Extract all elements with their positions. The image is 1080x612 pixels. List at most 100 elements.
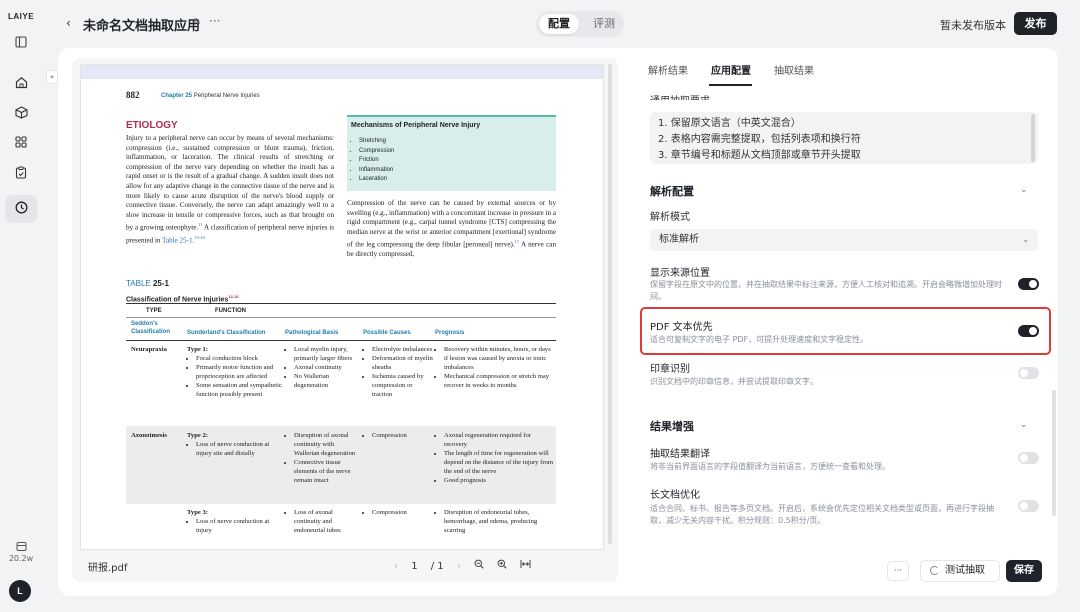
clipboard-icon[interactable] bbox=[13, 166, 29, 182]
pdf-viewer: 882 Chapter 25 Peripheral Nerve Injuries… bbox=[72, 58, 618, 582]
col-function: FUNCTION bbox=[215, 308, 246, 314]
save-button[interactable]: 保存 bbox=[1006, 560, 1042, 582]
parse-mode-label: 解析模式 bbox=[650, 212, 690, 223]
toggle-translate[interactable] bbox=[1018, 452, 1039, 464]
enhance-section-title: 结果增强 bbox=[650, 420, 694, 433]
pdf-toolbar: 研报.pdf ‹ 1 / 1 › bbox=[72, 550, 618, 582]
sub-seddon: Seddon's Classification bbox=[131, 321, 171, 335]
test-extract-button[interactable]: 测试抽取 bbox=[920, 560, 1000, 582]
prev-page-icon[interactable]: ‹ bbox=[394, 561, 398, 572]
table-cell-causes: Compression bbox=[363, 509, 433, 518]
rules-scrollbar[interactable] bbox=[1031, 114, 1035, 162]
more-options-icon[interactable]: ··· bbox=[209, 14, 220, 28]
table-cell-patho: Disruption of axonal continuity with Wal… bbox=[285, 432, 361, 485]
mode-segmented-control: 配置 评测 bbox=[536, 11, 624, 37]
sub-prognosis: Prognosis bbox=[435, 330, 465, 336]
fit-width-icon[interactable] bbox=[520, 559, 531, 572]
table-cell-patho: Loss of axonal continuity and endoneuria… bbox=[285, 509, 361, 536]
table-cell-prognosis: Axonal regeneration required for recover… bbox=[435, 432, 555, 485]
toggle-long-doc[interactable] bbox=[1018, 500, 1039, 512]
version-status[interactable]: 暂未发布版本 bbox=[940, 17, 1006, 33]
table-cell-seddon: Neurapraxia bbox=[131, 346, 167, 353]
total-pages: / 1 bbox=[430, 561, 444, 572]
parse-section-chevron-icon[interactable]: ⌄ bbox=[1020, 185, 1028, 195]
tab-evaluate[interactable]: 评测 bbox=[584, 14, 624, 34]
toggle-seal[interactable] bbox=[1018, 367, 1039, 379]
pdf-page-number: 882 bbox=[126, 90, 140, 100]
mechanism-item: Stretching bbox=[359, 137, 394, 147]
rules-label-cut: 通用抽取要求 bbox=[650, 92, 710, 100]
option-translate-desc: 将非当前界面语言的字段值翻译为当前语言，方便统一查看和处理。 bbox=[650, 462, 890, 471]
option-seal-desc: 识别文档中的印章信息，并尝试提取印章文字。 bbox=[650, 377, 818, 386]
mechanism-item: Inflammation bbox=[359, 166, 394, 176]
option-source-position-desc: 保留字段在原文中的位置，并在抽取结果中标注来源，方便人工核对和追溯。开启会略微增… bbox=[650, 280, 1002, 301]
panel-scrollbar[interactable] bbox=[1052, 390, 1056, 516]
app-title: 未命名文档抽取应用 bbox=[83, 19, 201, 34]
toggle-source-position[interactable] bbox=[1018, 278, 1039, 290]
zoom-out-icon[interactable] bbox=[474, 559, 484, 572]
table-cell-type: Type 2:Loss of nerve conduction at injur… bbox=[187, 432, 283, 459]
pdf-chapter: Chapter 25 Peripheral Nerve Injuries bbox=[161, 93, 260, 99]
tab-app-config[interactable]: 应用配置 bbox=[711, 62, 751, 77]
sub-sunderland: Sunderland's Classification bbox=[187, 330, 266, 336]
active-tab-indicator bbox=[709, 84, 752, 86]
table-cell-patho: Local myelin injury, primarily larger fi… bbox=[285, 346, 361, 391]
tab-config[interactable]: 配置 bbox=[539, 14, 579, 34]
option-pdf-text-desc: 适合可复制文字的电子 PDF，可提升处理速度和文字稳定性。 bbox=[650, 335, 869, 344]
footer-more-button[interactable]: ··· bbox=[887, 561, 909, 581]
option-long-doc-desc: 适合合同、标书、报告等多页文档。开启后，系统会优先定位相关文档类型或页面，再进行… bbox=[650, 504, 994, 525]
mechanism-item: Friction bbox=[359, 156, 394, 166]
col-type: TYPE bbox=[146, 308, 162, 314]
tab-extract-result[interactable]: 抽取结果 bbox=[774, 62, 814, 77]
file-name: 研报.pdf bbox=[88, 563, 128, 574]
home-icon[interactable] bbox=[13, 76, 29, 92]
app-logo: LAIYE bbox=[8, 12, 35, 21]
expand-panel-icon[interactable]: » bbox=[46, 70, 58, 84]
pdf-scrollbar[interactable] bbox=[608, 64, 612, 544]
option-long-doc-title: 长文档优化 bbox=[650, 490, 700, 501]
tab-parse-result[interactable]: 解析结果 bbox=[648, 62, 688, 77]
table-cell-prognosis: Disruption of endoneurial tubes, hemorrh… bbox=[435, 509, 555, 536]
table-cell-causes: Compression bbox=[363, 432, 433, 441]
table-cell-type: Type 3:Loss of nerve conduction at injur… bbox=[187, 509, 283, 536]
table-label: TABLE 25-1 bbox=[126, 279, 169, 288]
table-cell-type: Type 1:Focal conduction blockPrimarily m… bbox=[187, 346, 283, 399]
main-card: 882 Chapter 25 Peripheral Nerve Injuries… bbox=[58, 48, 1058, 596]
edit-pencil-icon[interactable]: ✎ bbox=[193, 17, 201, 28]
table-cell-prognosis: Recovery within minutes, hours, or days … bbox=[435, 346, 555, 391]
page-header-band bbox=[81, 65, 603, 79]
apps-grid-icon[interactable] bbox=[13, 136, 29, 152]
option-translate-title: 抽取结果翻译 bbox=[650, 449, 710, 460]
parse-mode-select[interactable]: 标准解析 ⌄ bbox=[650, 229, 1038, 251]
sidebar-toggle-icon[interactable] bbox=[13, 36, 29, 52]
enhance-section-chevron-icon[interactable]: ⌄ bbox=[1020, 420, 1028, 430]
rules-textarea[interactable]: 1. 保留原文语言（中英文混合） 2. 表格内容需完整提取，包括列表项和换行符 … bbox=[650, 112, 1038, 164]
option-source-position-title: 显示来源位置 bbox=[650, 268, 710, 279]
history-clock-icon[interactable] bbox=[13, 201, 29, 217]
pdf-heading: ETIOLOGY bbox=[126, 120, 178, 131]
parse-section-title: 解析配置 bbox=[650, 185, 694, 198]
loading-spinner-icon bbox=[930, 566, 939, 575]
pdf-left-column: Injury to a peripheral nerve can occur b… bbox=[126, 134, 335, 245]
cube-icon[interactable] bbox=[13, 106, 29, 122]
user-avatar[interactable]: L bbox=[9, 580, 31, 602]
publish-button[interactable]: 发布 bbox=[1014, 12, 1057, 35]
pdf-right-column: Compression of the nerve can be caused b… bbox=[347, 199, 556, 259]
zoom-in-icon[interactable] bbox=[497, 559, 507, 572]
option-pdf-text-title: PDF 文本优先 bbox=[650, 322, 713, 333]
mechanisms-list: StretchingCompressionFrictionInflammatio… bbox=[359, 137, 394, 185]
mechanisms-box: Mechanisms of Peripheral Nerve Injury St… bbox=[347, 115, 556, 191]
mechanism-item: Laceration bbox=[359, 175, 394, 185]
option-seal-title: 印章识别 bbox=[650, 364, 690, 375]
sub-patho: Pathological Basis bbox=[285, 330, 339, 336]
current-page[interactable]: 1 bbox=[411, 561, 417, 572]
table-cell-seddon: Axonotmesis bbox=[131, 432, 167, 439]
next-page-icon[interactable]: › bbox=[457, 561, 461, 572]
page-controls: ‹ 1 / 1 › bbox=[394, 559, 541, 572]
table-cell-causes: Electrolyte imbalancesDeformation of mye… bbox=[363, 346, 433, 399]
back-chevron-icon[interactable]: ‹ bbox=[66, 16, 71, 30]
sub-causes: Possible Causes bbox=[363, 330, 411, 336]
credit-balance: 20.2w bbox=[8, 554, 34, 563]
pdf-page: 882 Chapter 25 Peripheral Nerve Injuries… bbox=[80, 64, 604, 550]
toggle-pdf-text[interactable] bbox=[1018, 325, 1039, 337]
